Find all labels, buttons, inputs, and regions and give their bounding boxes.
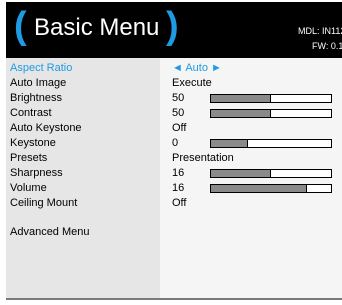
brightness-value: 50 xyxy=(172,92,185,104)
menu-item-advanced-menu[interactable]: Advanced Menu xyxy=(10,226,90,239)
brightness-slider[interactable] xyxy=(210,94,332,103)
menu-panel: Aspect Ratio Auto Image Brightness Contr… xyxy=(6,58,342,298)
menu-item-contrast[interactable]: Contrast xyxy=(10,107,52,120)
volume-value: 16 xyxy=(172,182,185,194)
sharpness-value: 16 xyxy=(172,167,185,179)
menu-item-presets[interactable]: Presets xyxy=(10,152,47,165)
contrast-slider[interactable] xyxy=(210,109,332,118)
volume-slider[interactable] xyxy=(210,184,332,193)
volume-slider-fill xyxy=(211,185,307,192)
menu-item-sharpness[interactable]: Sharpness xyxy=(10,167,63,180)
keystone-value: 0 xyxy=(172,137,179,149)
contrast-value: 50 xyxy=(172,107,185,119)
menu-item-ceiling-mount[interactable]: Ceiling Mount xyxy=(10,197,77,210)
auto-keystone-value[interactable]: Off xyxy=(172,122,186,135)
keystone-slider-fill xyxy=(211,140,249,147)
contrast-slider-fill xyxy=(211,110,271,117)
brightness-slider-fill xyxy=(211,95,271,102)
menu-item-auto-image[interactable]: Auto Image xyxy=(10,77,66,90)
menu-item-keystone[interactable]: Keystone xyxy=(10,137,56,150)
open-paren-decoration: ( xyxy=(14,5,27,47)
menu-header: ( Basic Menu ) MDL: IN112 FW: 0.1 xyxy=(6,2,342,58)
menu-item-volume[interactable]: Volume xyxy=(10,182,47,195)
menu-value-column: ◄ Auto ► Execute 50 50 Off 0 Presentatio… xyxy=(160,58,342,298)
menu-label-column: Aspect Ratio Auto Image Brightness Contr… xyxy=(6,58,160,298)
firmware-version: FW: 0.1 xyxy=(312,41,342,51)
presets-value[interactable]: Presentation xyxy=(172,152,234,165)
ceiling-mount-value[interactable]: Off xyxy=(172,197,186,210)
sharpness-slider-fill xyxy=(211,170,271,177)
menu-item-aspect-ratio[interactable]: Aspect Ratio xyxy=(10,62,72,75)
close-paren-decoration: ) xyxy=(166,5,179,47)
auto-image-value[interactable]: Execute xyxy=(172,77,212,90)
menu-item-auto-keystone[interactable]: Auto Keystone xyxy=(10,122,82,135)
menu-title: Basic Menu xyxy=(34,14,160,41)
model-number: MDL: IN112 xyxy=(298,26,342,36)
menu-item-brightness[interactable]: Brightness xyxy=(10,92,62,105)
keystone-slider[interactable] xyxy=(210,139,332,148)
bottom-divider xyxy=(6,298,342,300)
aspect-ratio-value-selector[interactable]: ◄ Auto ► xyxy=(172,62,222,75)
sharpness-slider[interactable] xyxy=(210,169,332,178)
